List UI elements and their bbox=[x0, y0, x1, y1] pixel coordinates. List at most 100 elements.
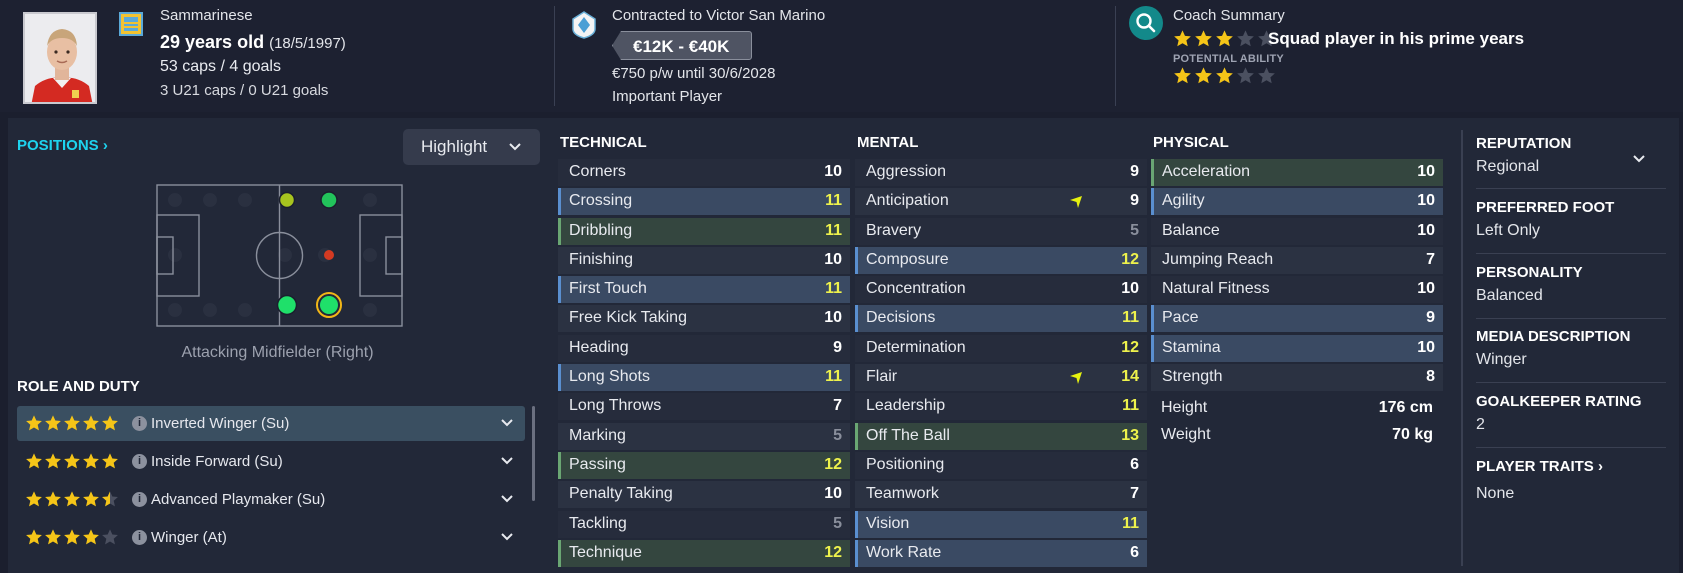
attribute-row[interactable]: Passing 12 bbox=[558, 451, 850, 479]
star-icon bbox=[64, 529, 80, 545]
roles-scrollbar[interactable] bbox=[532, 406, 535, 501]
attribute-name: Natural Fitness bbox=[1162, 280, 1270, 298]
attribute-value: 10 bbox=[824, 250, 842, 268]
attribute-value: 14 bbox=[1121, 368, 1139, 386]
mental-column: MENTAL Aggression 9 Anticipation 9 Bravery 5 C… bbox=[855, 133, 1147, 569]
attribute-value: 12 bbox=[824, 455, 842, 473]
star-icon bbox=[1195, 67, 1212, 84]
attribute-row[interactable]: Agility 10 bbox=[1151, 188, 1443, 216]
info-icon[interactable]: i bbox=[132, 416, 147, 431]
contract-club[interactable]: Contracted to Victor San Marino bbox=[612, 7, 825, 24]
attribute-row[interactable]: Finishing 10 bbox=[558, 246, 850, 274]
attribute-row[interactable]: Balance 10 bbox=[1151, 217, 1443, 245]
attribute-row[interactable]: Bravery 5 bbox=[855, 217, 1147, 245]
attribute-row[interactable]: Tackling 5 bbox=[558, 510, 850, 538]
attribute-value: 7 bbox=[833, 397, 842, 415]
role-row[interactable]: i Winger (At) bbox=[17, 520, 525, 555]
chevron-down-icon bbox=[508, 129, 522, 178]
star-icon bbox=[83, 491, 99, 507]
attribute-row[interactable]: Positioning 6 bbox=[855, 451, 1147, 479]
attribute-row[interactable]: Work Rate 6 bbox=[855, 539, 1147, 567]
player-traits-link[interactable]: PLAYER TRAITS › bbox=[1476, 458, 1664, 475]
attribute-row[interactable]: Anticipation 9 bbox=[855, 188, 1147, 216]
info-separator bbox=[1476, 382, 1666, 383]
attribute-value: 11 bbox=[1122, 397, 1139, 415]
chevron-down-icon[interactable] bbox=[499, 452, 515, 468]
attribute-row[interactable]: Flair 14 bbox=[855, 364, 1147, 392]
role-row[interactable]: i Inverted Winger (Su) bbox=[17, 406, 525, 441]
attribute-value: 12 bbox=[1121, 338, 1139, 356]
attribute-row[interactable]: Acceleration 10 bbox=[1151, 159, 1443, 186]
player-traits-value: None bbox=[1476, 485, 1515, 502]
attribute-row[interactable]: Strength 8 bbox=[1151, 364, 1443, 392]
attribute-row[interactable]: Free Kick Taking 10 bbox=[558, 305, 850, 333]
info-icon[interactable]: i bbox=[132, 530, 147, 545]
star-icon bbox=[64, 453, 80, 469]
attribute-row[interactable]: Corners 10 bbox=[558, 159, 850, 186]
attribute-row[interactable]: Stamina 10 bbox=[1151, 334, 1443, 362]
attribute-name: Aggression bbox=[866, 163, 947, 180]
attribute-value: 13 bbox=[1121, 426, 1139, 444]
info-separator bbox=[1476, 188, 1666, 189]
star-icon bbox=[64, 415, 80, 431]
positions-pitch bbox=[156, 184, 403, 327]
star-icon bbox=[1216, 67, 1233, 84]
attribute-row[interactable]: Crossing 11 bbox=[558, 188, 850, 216]
attribute-row[interactable]: Marking 5 bbox=[558, 422, 850, 450]
attribute-row[interactable]: Pace 9 bbox=[1151, 305, 1443, 333]
header-divider bbox=[554, 6, 555, 106]
attribute-row[interactable]: Leadership 11 bbox=[855, 393, 1147, 421]
attribute-row[interactable]: Technique 12 bbox=[558, 539, 850, 567]
attribute-name: Penalty Taking bbox=[569, 485, 673, 503]
star-icon bbox=[1195, 30, 1212, 47]
attribute-row[interactable]: Vision 11 bbox=[855, 510, 1147, 538]
attribute-value: 11 bbox=[1122, 309, 1139, 327]
info-icon[interactable]: i bbox=[132, 492, 147, 507]
attribute-row[interactable]: Heading 9 bbox=[558, 334, 850, 362]
attribute-name: Crossing bbox=[569, 192, 633, 210]
chevron-down-icon[interactable] bbox=[1631, 150, 1647, 166]
attribute-name: Pace bbox=[1162, 309, 1199, 327]
attribute-name: Stamina bbox=[1162, 338, 1221, 356]
attribute-name: Technique bbox=[569, 543, 642, 561]
attribute-row[interactable]: Teamwork 7 bbox=[855, 481, 1147, 509]
attribute-value: 8 bbox=[1426, 368, 1435, 386]
attribute-row[interactable]: Long Shots 11 bbox=[558, 364, 850, 392]
coach-report-button[interactable] bbox=[1129, 6, 1163, 40]
player-traits-section[interactable]: PLAYER TRAITS › None bbox=[1476, 458, 1664, 503]
positions-link[interactable]: POSITIONS › bbox=[17, 137, 108, 154]
star-icon bbox=[26, 491, 42, 507]
attribute-row[interactable]: First Touch 11 bbox=[558, 276, 850, 304]
club-badge-icon[interactable] bbox=[572, 11, 596, 39]
physical-header: PHYSICAL bbox=[1153, 134, 1229, 151]
attribute-row[interactable]: Aggression 9 bbox=[855, 159, 1147, 186]
info-icon[interactable]: i bbox=[132, 454, 147, 469]
attribute-row[interactable]: Natural Fitness 10 bbox=[1151, 276, 1443, 304]
highlight-dropdown[interactable]: Highlight bbox=[403, 129, 540, 165]
attribute-row[interactable]: Determination 12 bbox=[855, 334, 1147, 362]
role-row[interactable]: i Inside Forward (Su) bbox=[17, 444, 525, 479]
attribute-value: 5 bbox=[833, 426, 842, 444]
attribute-row[interactable]: Jumping Reach 7 bbox=[1151, 246, 1443, 274]
attribute-row[interactable]: Dribbling 11 bbox=[558, 217, 850, 245]
attribute-row[interactable]: Off The Ball 13 bbox=[855, 422, 1147, 450]
attribute-value: 10 bbox=[1417, 280, 1435, 298]
attribute-name: First Touch bbox=[569, 280, 647, 298]
mental-header: MENTAL bbox=[857, 134, 919, 151]
attribute-row[interactable]: Composure 12 bbox=[855, 246, 1147, 274]
squad-status: Important Player bbox=[612, 88, 723, 105]
attribute-row[interactable]: Decisions 11 bbox=[855, 305, 1147, 333]
weight-label: Weight bbox=[1161, 426, 1211, 444]
chevron-down-icon[interactable] bbox=[499, 528, 515, 544]
role-row[interactable]: i Advanced Playmaker (Su) bbox=[17, 482, 525, 517]
attribute-row[interactable]: Penalty Taking 10 bbox=[558, 481, 850, 509]
trend-up-icon bbox=[1069, 371, 1083, 385]
chevron-down-icon[interactable] bbox=[499, 490, 515, 506]
attribute-value: 11 bbox=[825, 280, 842, 298]
chevron-down-icon[interactable] bbox=[499, 414, 515, 430]
position-marker-st-right bbox=[320, 296, 338, 314]
position-marker-st-left bbox=[320, 191, 338, 209]
attribute-value: 11 bbox=[825, 221, 842, 239]
attribute-row[interactable]: Concentration 10 bbox=[855, 276, 1147, 304]
attribute-row[interactable]: Long Throws 7 bbox=[558, 393, 850, 421]
